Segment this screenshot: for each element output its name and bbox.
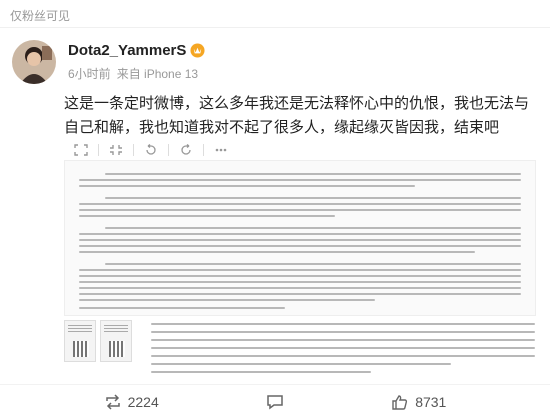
text-line [105,227,521,229]
text-line [79,293,521,295]
avatar[interactable] [12,40,56,84]
text-line [79,239,521,241]
post-header: Dota2_YammerS 6小时前 来自 iPhone 13 [12,40,205,84]
text-line [79,307,285,309]
text-line [105,197,521,199]
comment-button[interactable] [266,394,284,410]
like-button[interactable]: 8731 [391,394,446,410]
post-footer: 2224 8731 [0,384,550,418]
repost-button[interactable]: 2224 [104,394,159,410]
toolbar-divider [203,144,204,156]
like-count: 8731 [415,393,447,410]
top-strip: 仅粉丝可见 [0,0,550,28]
post-source: 来自 iPhone 13 [116,67,199,81]
toolbar-divider [168,144,169,156]
text-line [105,173,521,175]
text-line [79,233,521,235]
letter-image-continued[interactable] [150,320,536,380]
rotate-right-icon[interactable] [177,143,195,157]
author-name[interactable]: Dota2_YammerS [68,42,186,59]
letter-image[interactable] [64,160,536,316]
expand-icon[interactable] [72,143,90,157]
text-line [79,281,521,283]
repost-icon [105,393,120,410]
toolbar-divider [133,144,134,156]
text-line [79,209,521,211]
qr-code-icon [109,341,125,357]
text-line [105,263,521,265]
text-line [79,245,521,247]
qr-code-icon [73,341,89,357]
text-line [79,185,415,187]
post-time[interactable]: 6小时前 [68,65,111,82]
text-line [79,287,521,289]
image-thumbnails [64,320,132,362]
thumbnail-1[interactable] [64,320,96,362]
thumbnail-2[interactable] [100,320,132,362]
author-meta: Dota2_YammerS 6小时前 来自 iPhone 13 [68,42,205,82]
visibility-label: 仅粉丝可见 [10,9,71,23]
text-line [79,299,375,301]
text-line [79,251,475,253]
text-line [79,275,521,277]
author-name-row: Dota2_YammerS [68,42,205,59]
comment-icon [267,394,283,409]
image-toolbar [72,143,230,157]
vip-badge-icon [190,43,205,58]
rotate-left-icon[interactable] [142,143,160,157]
more-icon[interactable] [212,143,230,157]
post-subline: 6小时前 来自 iPhone 13 [68,65,205,82]
text-line [79,179,521,181]
shrink-icon[interactable] [107,143,125,157]
text-line [79,269,521,271]
text-line [79,215,335,217]
toolbar-divider [98,144,99,156]
repost-count: 2224 [127,393,159,410]
text-line [79,203,521,205]
thumbs-up-icon [392,394,408,410]
post-content: 这是一条定时微博，这么多年我还是无法释怀心中的仇恨，我也无法与自己和解，我也知道… [64,95,530,136]
